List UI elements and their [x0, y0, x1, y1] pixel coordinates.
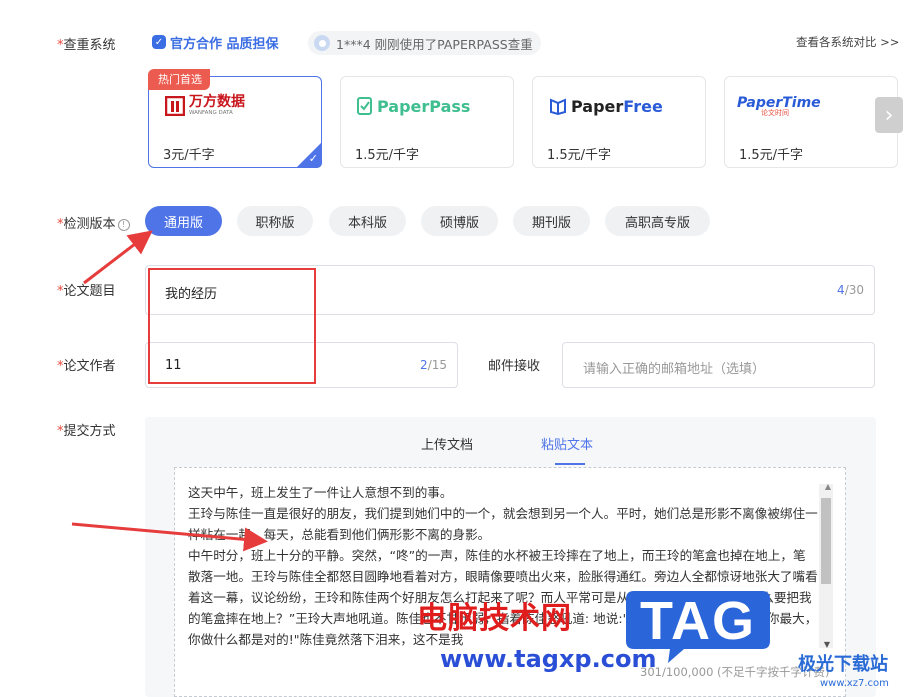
watermark-corner-name: 极光下载站 [798, 654, 888, 675]
arrow-to-version [83, 230, 153, 285]
tag-logo-text: TAG [640, 591, 756, 651]
watermark-site-name: 电脑技术网 [417, 601, 572, 636]
arrow-to-text [71, 522, 268, 552]
watermark-corner-url: www.xz7.com [820, 678, 889, 689]
